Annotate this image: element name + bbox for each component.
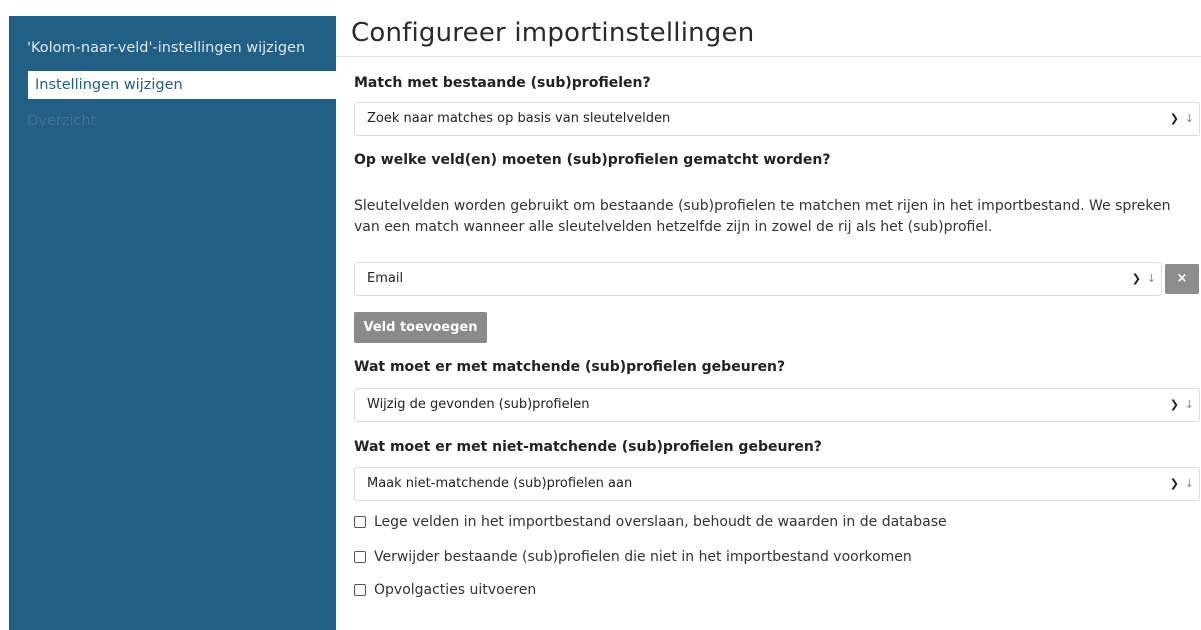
chevron-down-icon: ❯ [1169,112,1179,125]
delete-missing-option[interactable]: Verwijder bestaande (sub)profielen die n… [354,547,912,567]
follow-up-actions-checkbox[interactable] [354,584,366,596]
chevron-down-icon: ❯ [1169,398,1179,411]
double-chevron-icon: ↓ [1184,477,1194,490]
double-chevron-icon: ↓ [1184,112,1194,125]
checkbox-label: Opvolgacties uitvoeren [374,582,537,598]
match-question-label: Match met bestaande (sub)profielen? [354,75,651,91]
follow-up-actions-option[interactable]: Opvolgacties uitvoeren [354,580,536,600]
match-select[interactable]: Zoek naar matches op basis van sleutelve… [354,102,1200,136]
sidebar-item-column-mapping[interactable]: 'Kolom-naar-veld'-instellingen wijzigen [27,34,305,62]
main-panel: Configureer importinstellingen Match met… [336,0,1201,630]
checkbox-label: Lege velden in het importbestand oversla… [374,514,947,530]
chevron-down-icon: ❯ [1131,272,1141,285]
delete-missing-checkbox[interactable] [354,551,366,563]
nonmatching-question-label: Wat moet er met niet-matchende (sub)prof… [354,439,822,455]
title-divider [336,56,1201,57]
double-chevron-icon: ↓ [1184,398,1194,411]
fields-question-label: Op welke veld(en) moeten (sub)profielen … [354,152,831,168]
key-field-select-value: Email [367,271,404,286]
window-edge [0,0,9,630]
double-chevron-icon: ↓ [1146,272,1156,285]
nonmatching-select[interactable]: Maak niet-matchende (sub)profielen aan ❯… [354,467,1200,501]
match-select-value: Zoek naar matches op basis van sleutelve… [367,111,671,126]
fields-description: Sleutelvelden worden gebruikt om bestaan… [354,198,1171,235]
nonmatching-select-value: Maak niet-matchende (sub)profielen aan [367,476,633,491]
sidebar-item-overview[interactable]: Overzicht [27,107,96,135]
sidebar: 'Kolom-naar-veld'-instellingen wijzigen … [9,16,345,630]
skip-empty-fields-option[interactable]: Lege velden in het importbestand oversla… [354,512,947,532]
matching-select-value: Wijzig de gevonden (sub)profielen [367,397,590,412]
skip-empty-fields-checkbox[interactable] [354,516,366,528]
page-title: Configureer importinstellingen [351,18,755,48]
chevron-down-icon: ❯ [1169,477,1179,490]
add-field-button[interactable]: Veld toevoegen [354,312,487,343]
matching-question-label: Wat moet er met matchende (sub)profielen… [354,359,786,375]
matching-select[interactable]: Wijzig de gevonden (sub)profielen ❯ ↓ [354,388,1200,422]
close-icon: × [1176,271,1188,286]
checkbox-label: Verwijder bestaande (sub)profielen die n… [374,549,912,565]
sidebar-item-settings[interactable]: Instellingen wijzigen [28,71,345,99]
remove-field-button[interactable]: × [1165,264,1199,294]
key-field-select[interactable]: Email ❯ ↓ [354,262,1162,296]
